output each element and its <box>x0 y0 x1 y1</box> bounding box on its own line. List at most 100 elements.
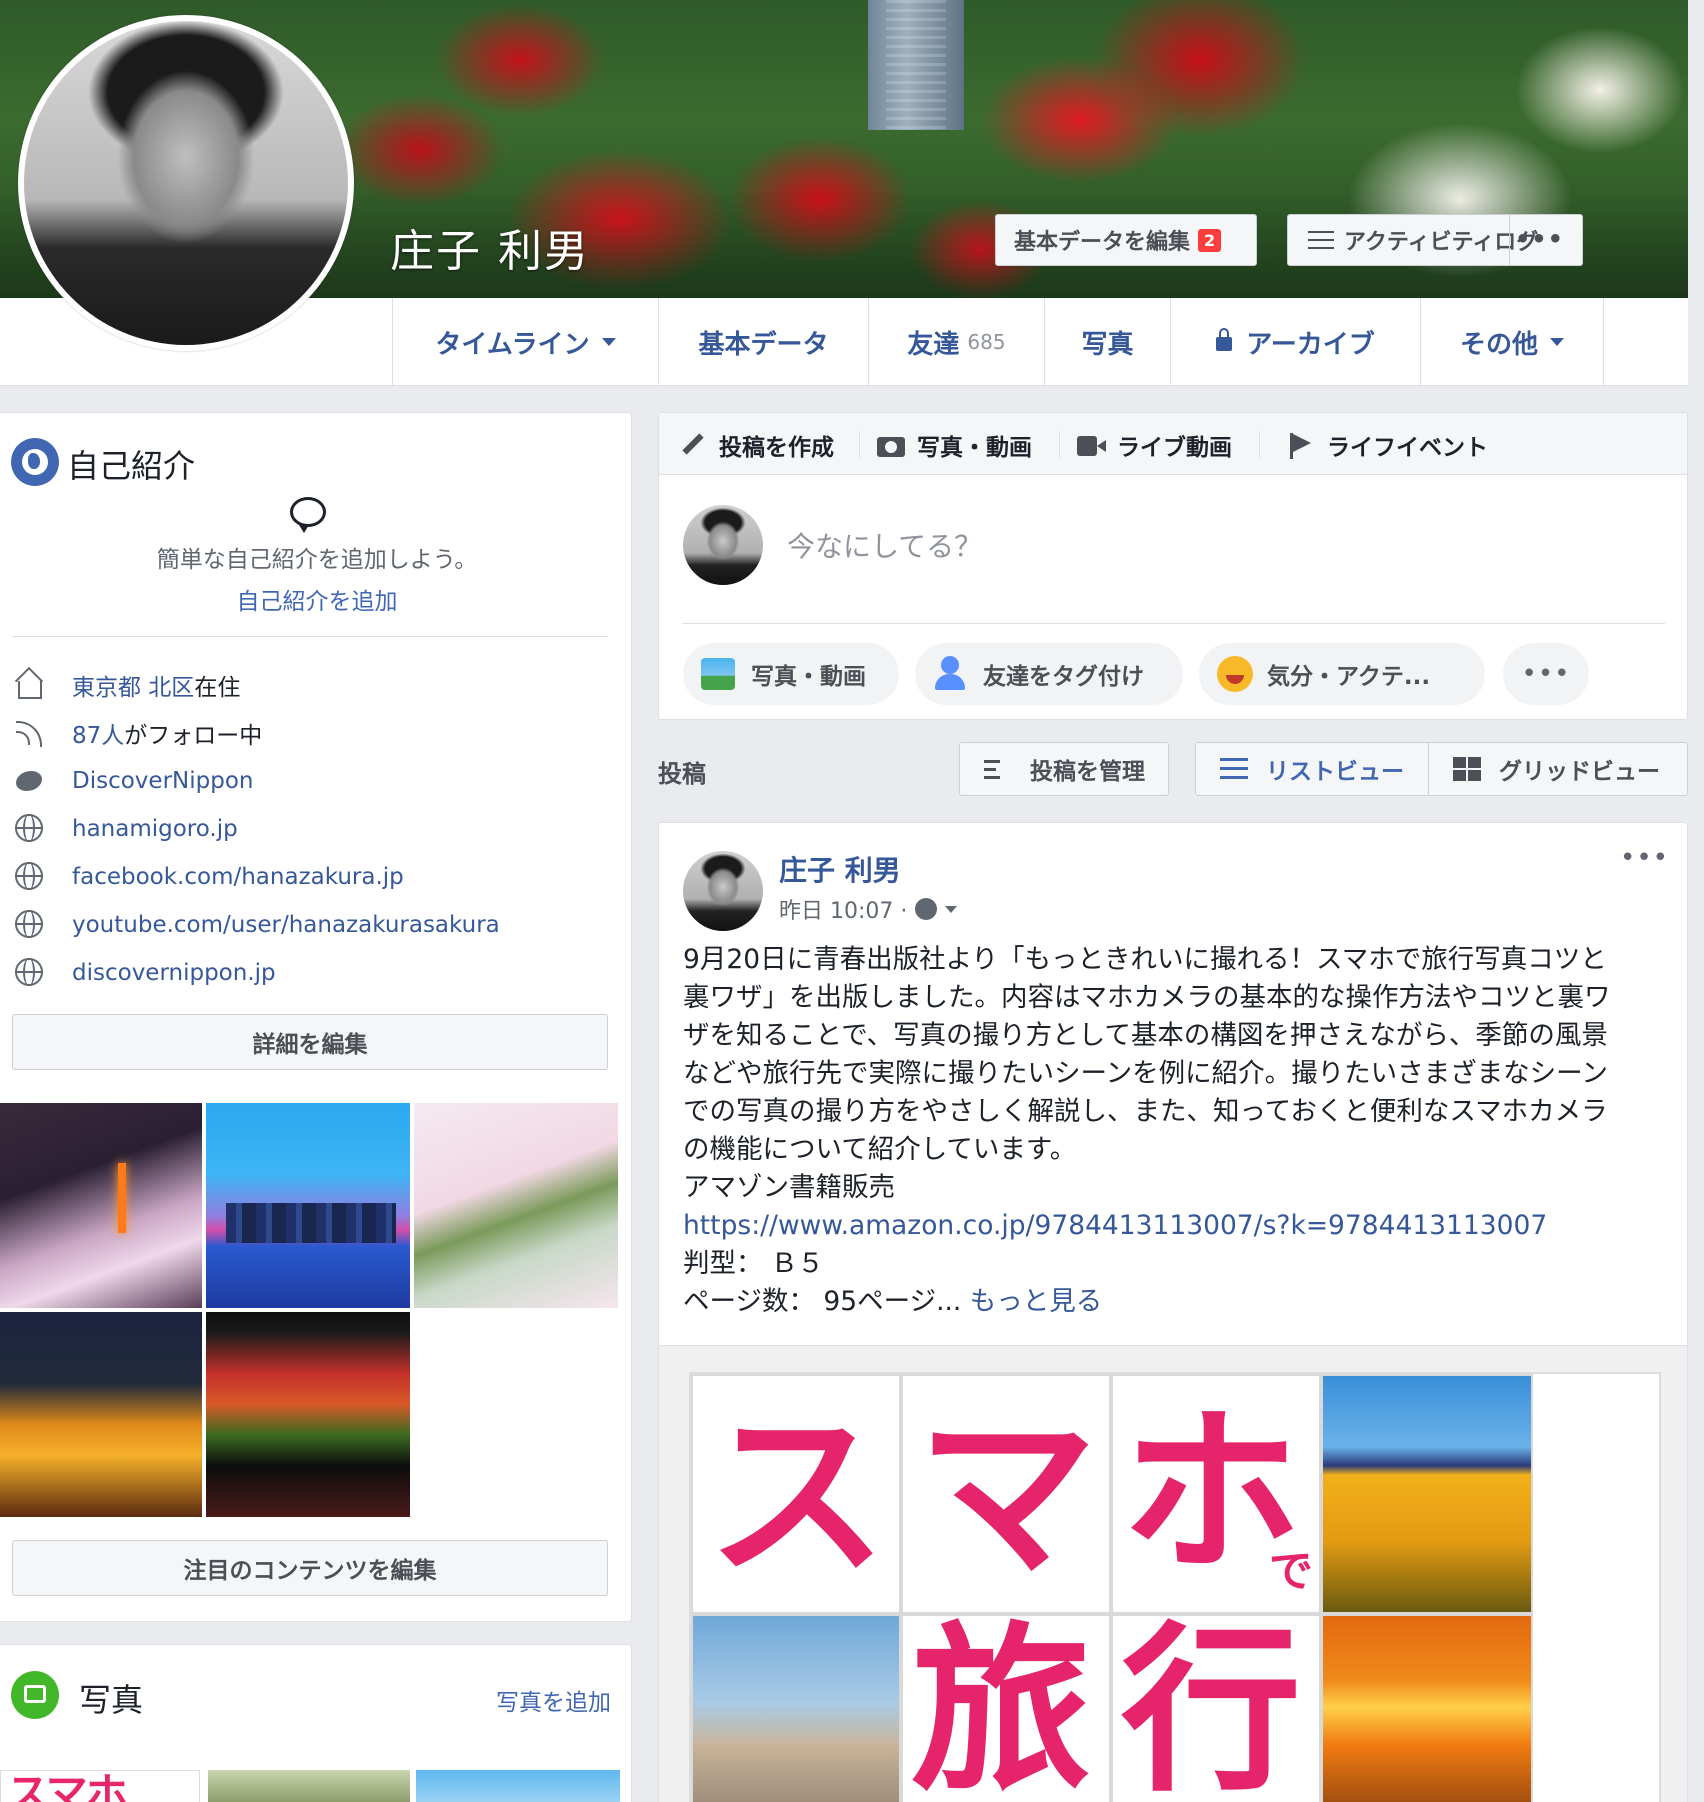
profile-name[interactable]: 庄子 利男 <box>390 215 590 279</box>
post-meta: 昨日 10:07 · <box>779 893 958 925</box>
tab-photos[interactable]: 写真 <box>1044 298 1170 386</box>
tab-photo-video[interactable]: 写真・動画 <box>877 428 1032 462</box>
post-image[interactable]: ス マ ホ で 旅 行 <box>659 1345 1687 1802</box>
photo-icon <box>701 656 737 692</box>
tab-friends[interactable]: 友達 685 <box>868 298 1044 386</box>
tab-timeline[interactable]: タイムライン <box>392 298 658 386</box>
featured-photo[interactable] <box>414 1103 618 1308</box>
manage-posts-label: 投稿を管理 <box>1030 759 1145 785</box>
location-suffix: 在住 <box>194 675 241 701</box>
speech-bubble-icon <box>290 497 326 533</box>
website-link[interactable]: hanamigoro.jp <box>72 816 238 842</box>
status-input[interactable]: 今なにしてる？ <box>787 525 982 565</box>
phone-photo <box>691 1614 901 1802</box>
grid-view-label: グリッドビュー <box>1499 759 1660 785</box>
followers-suffix: がフォロー中 <box>124 723 263 749</box>
photo-thumbnail[interactable] <box>208 1770 410 1802</box>
tab-friends-label: 友達 <box>907 329 960 360</box>
photo-thumbnail[interactable]: スマホ <box>0 1770 200 1802</box>
pencil-icon <box>679 432 707 458</box>
add-photos-link[interactable]: 写真を追加 <box>496 1683 611 1717</box>
amazon-link[interactable]: https://www.amazon.co.jp/9784413113007/s… <box>683 1210 1547 1241</box>
website-link[interactable]: facebook.com/hanazakura.jp <box>72 864 404 890</box>
feeling-label: 気分・アクテ... <box>1267 664 1431 690</box>
photo-thumbnail[interactable] <box>416 1770 620 1802</box>
globe-icon <box>12 907 48 943</box>
see-more-link[interactable]: もっと見る <box>970 1286 1103 1317</box>
post-timestamp[interactable]: 昨日 10:07 · <box>779 893 907 925</box>
composer-more-button[interactable]: ••• <box>1503 643 1589 705</box>
feeling-activity-button[interactable]: 気分・アクテ... <box>1199 643 1485 705</box>
cover-title-char: ス <box>707 1393 888 1602</box>
photo-video-button[interactable]: 写真・動画 <box>683 643 899 705</box>
photo-video-pill-label: 写真・動画 <box>751 664 866 690</box>
tab-more-label: その他 <box>1459 329 1538 360</box>
cover-title-char: で <box>1269 1546 1313 1597</box>
tab-about-label: 基本データ <box>698 329 829 360</box>
featured-photo[interactable] <box>206 1312 410 1517</box>
info-row-location: 東京都 北区 在住 <box>12 665 240 705</box>
profile-picture[interactable] <box>18 15 354 351</box>
featured-photo[interactable] <box>206 1103 410 1308</box>
list-view-label: リストビュー <box>1266 759 1404 785</box>
avatar[interactable] <box>683 505 763 585</box>
post-line: での写真の撮り方をやさしく解説し、また、知っておくと便利なスマホカメラ <box>683 1096 1608 1127</box>
featured-photo[interactable] <box>0 1103 202 1308</box>
tag-friends-button[interactable]: 友達をタグ付け <box>915 643 1183 705</box>
tab-life-event[interactable]: ライフイベント <box>1287 428 1488 462</box>
post-options-button[interactable]: ••• <box>1620 843 1669 873</box>
photo-icon <box>11 1671 59 1719</box>
followers-link[interactable]: 87人 <box>72 716 124 750</box>
edit-profile-button[interactable]: 基本データを編集 2 <box>995 214 1257 266</box>
edit-featured-button[interactable]: 注目のコンテンツを編集 <box>12 1540 608 1596</box>
thumbnail-text: スマホ <box>7 1770 128 1802</box>
post-card: 庄子 利男 昨日 10:07 · ••• 9月20日に青春出版社より「もっときれ… <box>658 822 1688 1802</box>
avatar[interactable] <box>683 851 763 931</box>
edit-profile-label: 基本データを編集 <box>1014 230 1191 255</box>
post-line: アマゾン書籍販売 <box>683 1172 895 1203</box>
flag-icon <box>1287 432 1315 459</box>
notification-badge: 2 <box>1198 228 1222 252</box>
twitter-link[interactable]: DiscoverNippon <box>72 768 253 794</box>
cover-more-button[interactable]: ••• <box>1515 225 1564 253</box>
camera-icon <box>877 432 905 458</box>
info-row-followers: 87人 がフォロー中 <box>12 713 262 753</box>
activity-log-button[interactable]: アクティビティログ ••• <box>1287 214 1583 266</box>
tab-create-post[interactable]: 投稿を作成 <box>679 428 834 462</box>
edit-details-button[interactable]: 詳細を編集 <box>12 1014 608 1070</box>
lock-icon <box>1216 328 1233 351</box>
add-bio-link[interactable]: 自己紹介を追加 <box>0 582 634 616</box>
activity-list-icon <box>1308 229 1334 251</box>
manage-posts-button[interactable]: 投稿を管理 <box>959 742 1169 796</box>
tab-archive[interactable]: アーカイブ <box>1170 298 1420 386</box>
public-globe-icon <box>915 898 938 920</box>
tab-photos-label: 写真 <box>1081 329 1134 360</box>
location-link[interactable]: 東京都 北区 <box>72 668 194 702</box>
post-line: などや旅行先で実際に撮りたいシーンを例に紹介。撮りたいさまざまなシーン <box>683 1058 1608 1089</box>
tab-live-video[interactable]: ライブ動画 <box>1077 428 1232 462</box>
info-row-website: hanamigoro.jp <box>12 809 238 849</box>
rss-icon <box>12 715 48 751</box>
post-author[interactable]: 庄子 利男 <box>779 849 901 889</box>
twitter-icon <box>12 763 48 799</box>
live-video-label: ライブ動画 <box>1117 435 1232 461</box>
tab-more[interactable]: その他 <box>1420 298 1604 386</box>
globe-icon <box>12 955 48 991</box>
post-line: 判型： Ｂ５ <box>683 1248 824 1279</box>
divider <box>12 636 608 637</box>
post-line: ザを知ることで、写真の撮り方として基本の構図を押さえながら、季節の風景 <box>683 1020 1608 1051</box>
photo-video-label: 写真・動画 <box>917 435 1032 461</box>
website-link[interactable]: discovernippon.jp <box>72 960 276 986</box>
website-link[interactable]: youtube.com/user/hanazakurasakura <box>72 912 500 938</box>
sunflower-photo <box>1321 1374 1533 1614</box>
info-row-twitter: DiscoverNippon <box>12 761 253 801</box>
list-view-button[interactable]: リストビュー <box>1195 742 1429 796</box>
grid-view-button[interactable]: グリッドビュー <box>1428 742 1688 796</box>
audience-dropdown-icon[interactable] <box>945 905 958 913</box>
tab-about[interactable]: 基本データ <box>658 298 868 386</box>
home-icon <box>12 667 48 703</box>
intro-title: 自己紹介 <box>67 447 196 485</box>
facebook-profile-page: 庄子 利男 基本データを編集 2 アクティビティログ ••• タイムライン 基本… <box>0 0 1704 1802</box>
composer-tabs: 投稿を作成 写真・動画 ライブ動画 ライフイベント <box>659 413 1687 475</box>
featured-photo[interactable] <box>0 1312 202 1517</box>
